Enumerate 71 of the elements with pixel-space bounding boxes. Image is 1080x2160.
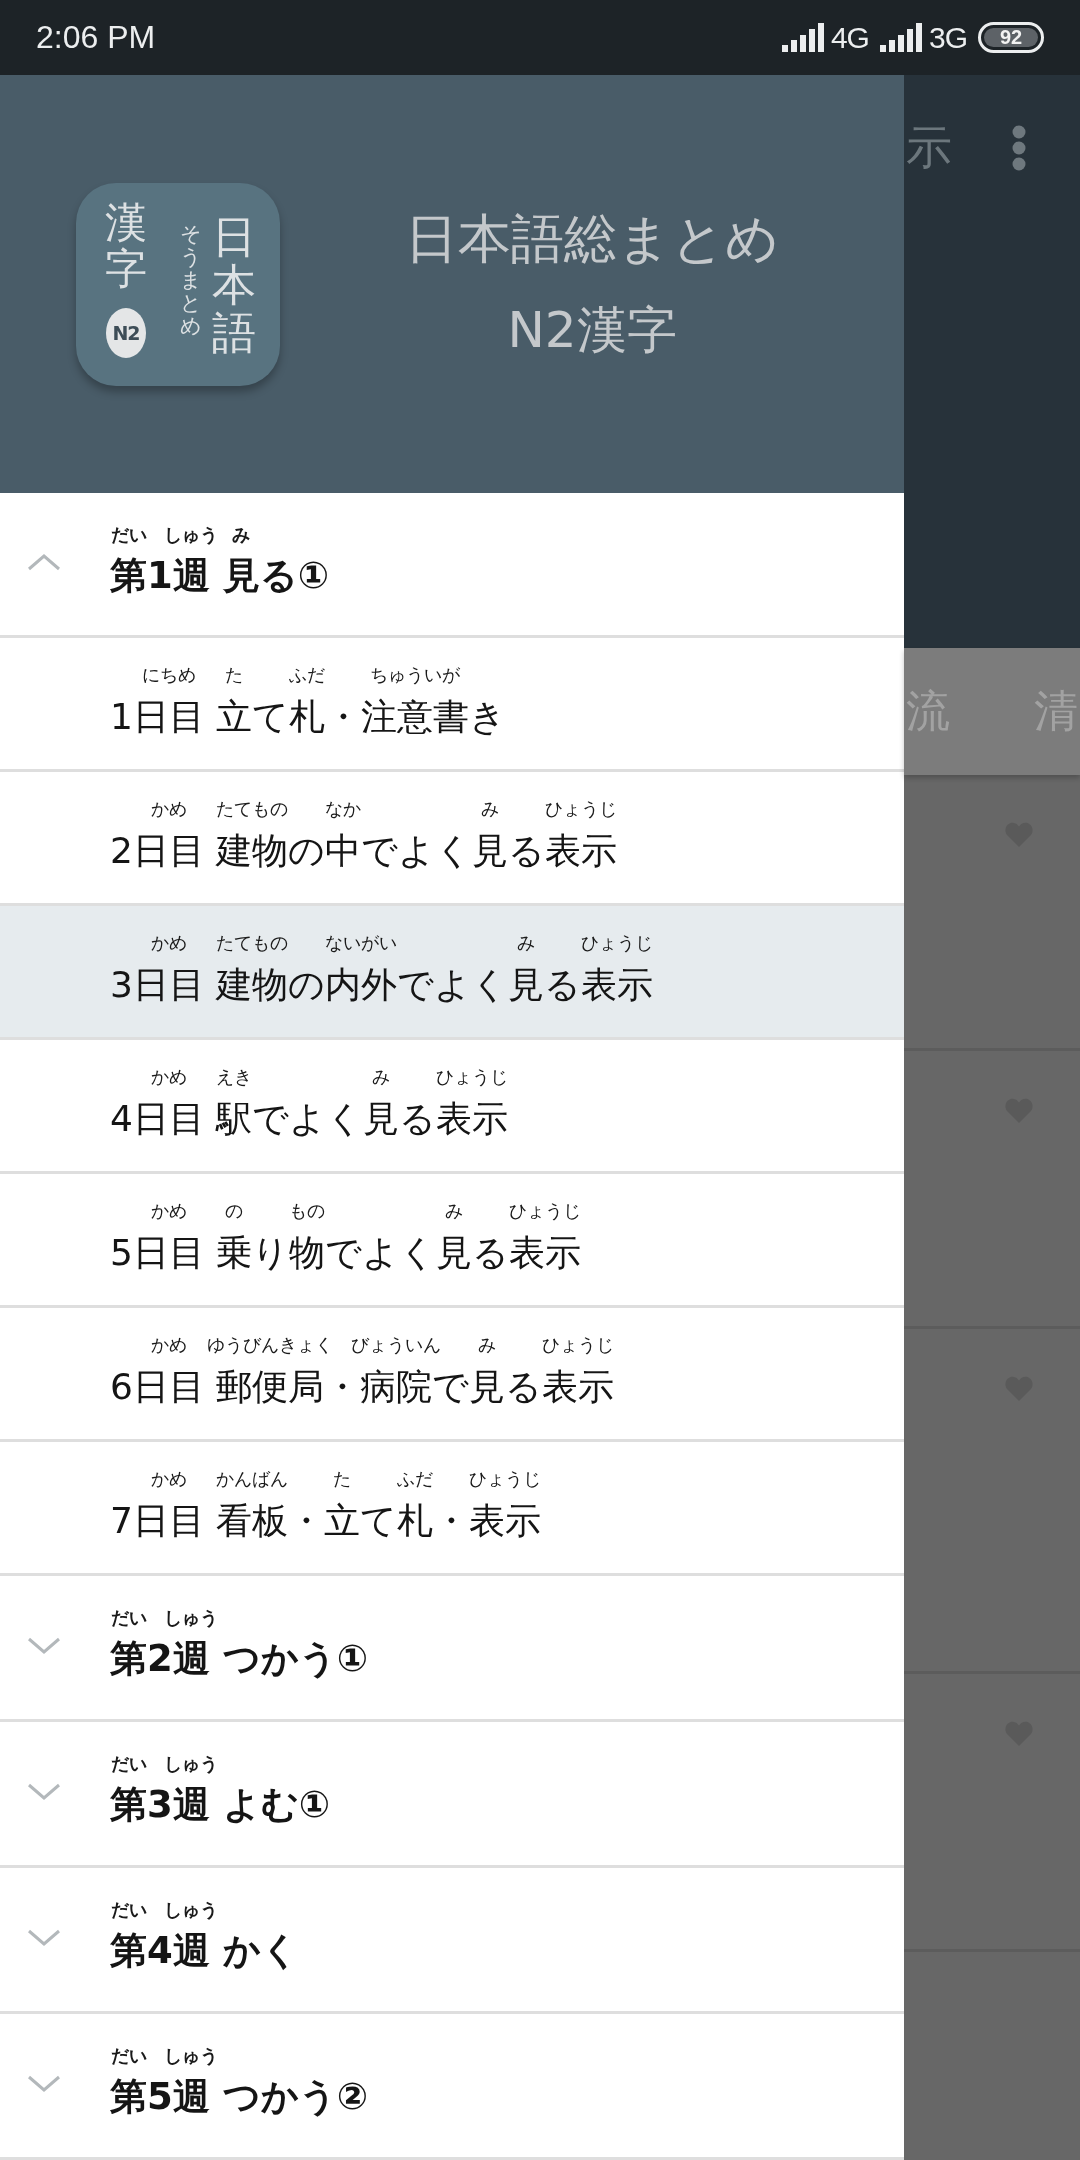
furigana: み bbox=[517, 932, 536, 954]
level-badge: N2 bbox=[106, 307, 146, 358]
overflow-menu-icon[interactable] bbox=[1012, 125, 1026, 171]
lesson-item[interactable]: かめ たてもの ないがい み ひょうじ 3日目 建物の内外でよく見る表示 bbox=[0, 906, 904, 1040]
lesson-title: 1日目 立て札・注意書き bbox=[110, 695, 507, 739]
lesson-title: 2日目 建物の中でよく見る表示 bbox=[110, 829, 618, 873]
furigana: しゅう bbox=[164, 1899, 219, 1921]
furigana: ひょうじ bbox=[469, 1468, 542, 1490]
week-title: 第3週 よむ① bbox=[110, 1782, 330, 1828]
furigana: ちゅういが bbox=[370, 664, 461, 686]
furigana: だい bbox=[110, 1607, 147, 1629]
furigana: しゅう bbox=[164, 1753, 219, 1775]
signal-strength-icon bbox=[781, 23, 824, 52]
furigana: しゅう bbox=[164, 524, 219, 546]
furigana: た bbox=[225, 664, 244, 686]
furigana: にちめ bbox=[141, 664, 196, 686]
week-title: 第1週 見る① bbox=[110, 553, 329, 599]
furigana: だい bbox=[110, 1899, 147, 1921]
furigana: かめ bbox=[150, 932, 187, 954]
furigana: かめ bbox=[150, 1200, 187, 1222]
week-title: 第4週 かく bbox=[110, 1928, 299, 1974]
furigana: み bbox=[372, 1066, 391, 1088]
app-subtitle: N2漢字 bbox=[507, 299, 677, 360]
furigana: ひょうじ bbox=[581, 932, 654, 954]
furigana: の bbox=[225, 1200, 244, 1222]
lesson-title: 3日目 建物の内外でよく見る表示 bbox=[110, 963, 654, 1007]
furigana: た bbox=[333, 1468, 352, 1490]
furigana: ふだ bbox=[397, 1468, 434, 1490]
furigana: かめ bbox=[150, 1066, 187, 1088]
furigana: かめ bbox=[150, 1334, 187, 1356]
lesson-title: 7日目 看板・立て札・表示 bbox=[110, 1499, 542, 1543]
signal-strength-icon bbox=[879, 23, 922, 52]
furigana: み bbox=[481, 798, 500, 820]
furigana: もの bbox=[289, 1200, 326, 1222]
furigana: だい bbox=[110, 2045, 147, 2067]
furigana: しゅう bbox=[164, 2045, 219, 2067]
furigana: み bbox=[478, 1334, 497, 1356]
furigana: なか bbox=[325, 798, 362, 820]
furigana: ひょうじ bbox=[545, 798, 618, 820]
furigana: たてもの bbox=[216, 932, 289, 954]
status-time: 2:06 PM bbox=[36, 19, 156, 56]
furigana: ないがい bbox=[325, 932, 398, 954]
furigana: ひょうじ bbox=[436, 1066, 509, 1088]
lesson-title: 5日目 乗り物でよく見る表示 bbox=[110, 1231, 582, 1275]
week-title: 第2週 つかう① bbox=[110, 1636, 368, 1682]
lesson-title: 4日目 駅でよく見る表示 bbox=[110, 1097, 509, 1141]
furigana: しゅう bbox=[164, 1607, 219, 1629]
logo-text: 漢字 bbox=[105, 199, 147, 292]
furigana: ひょうじ bbox=[509, 1200, 582, 1222]
furigana: えき bbox=[216, 1066, 253, 1088]
furigana: びょういん bbox=[351, 1334, 442, 1356]
furigana: かんばん bbox=[216, 1468, 289, 1490]
network-type: 3G bbox=[928, 20, 967, 55]
furigana: たてもの bbox=[216, 798, 289, 820]
app-bar-title: 示 bbox=[906, 120, 952, 176]
battery-indicator: 92 bbox=[978, 22, 1044, 53]
furigana: み bbox=[445, 1200, 464, 1222]
logo-text: そうまとめ bbox=[180, 222, 201, 338]
furigana: だい bbox=[110, 524, 147, 546]
furigana: ゆうびんきょく bbox=[207, 1334, 334, 1356]
network-type: 4G bbox=[830, 20, 869, 55]
furigana: ふだ bbox=[289, 664, 326, 686]
logo-text: 日本語 bbox=[212, 212, 256, 358]
app-title: 日本語総まとめ bbox=[405, 208, 779, 269]
lesson-title: 6日目 郵便局・病院で見る表示 bbox=[110, 1365, 615, 1409]
furigana: かめ bbox=[150, 798, 187, 820]
furigana: だい bbox=[110, 1753, 147, 1775]
furigana: かめ bbox=[150, 1468, 187, 1490]
furigana: ひょうじ bbox=[542, 1334, 615, 1356]
week-title: 第5週 つかう② bbox=[110, 2074, 368, 2120]
furigana: み bbox=[232, 524, 251, 546]
